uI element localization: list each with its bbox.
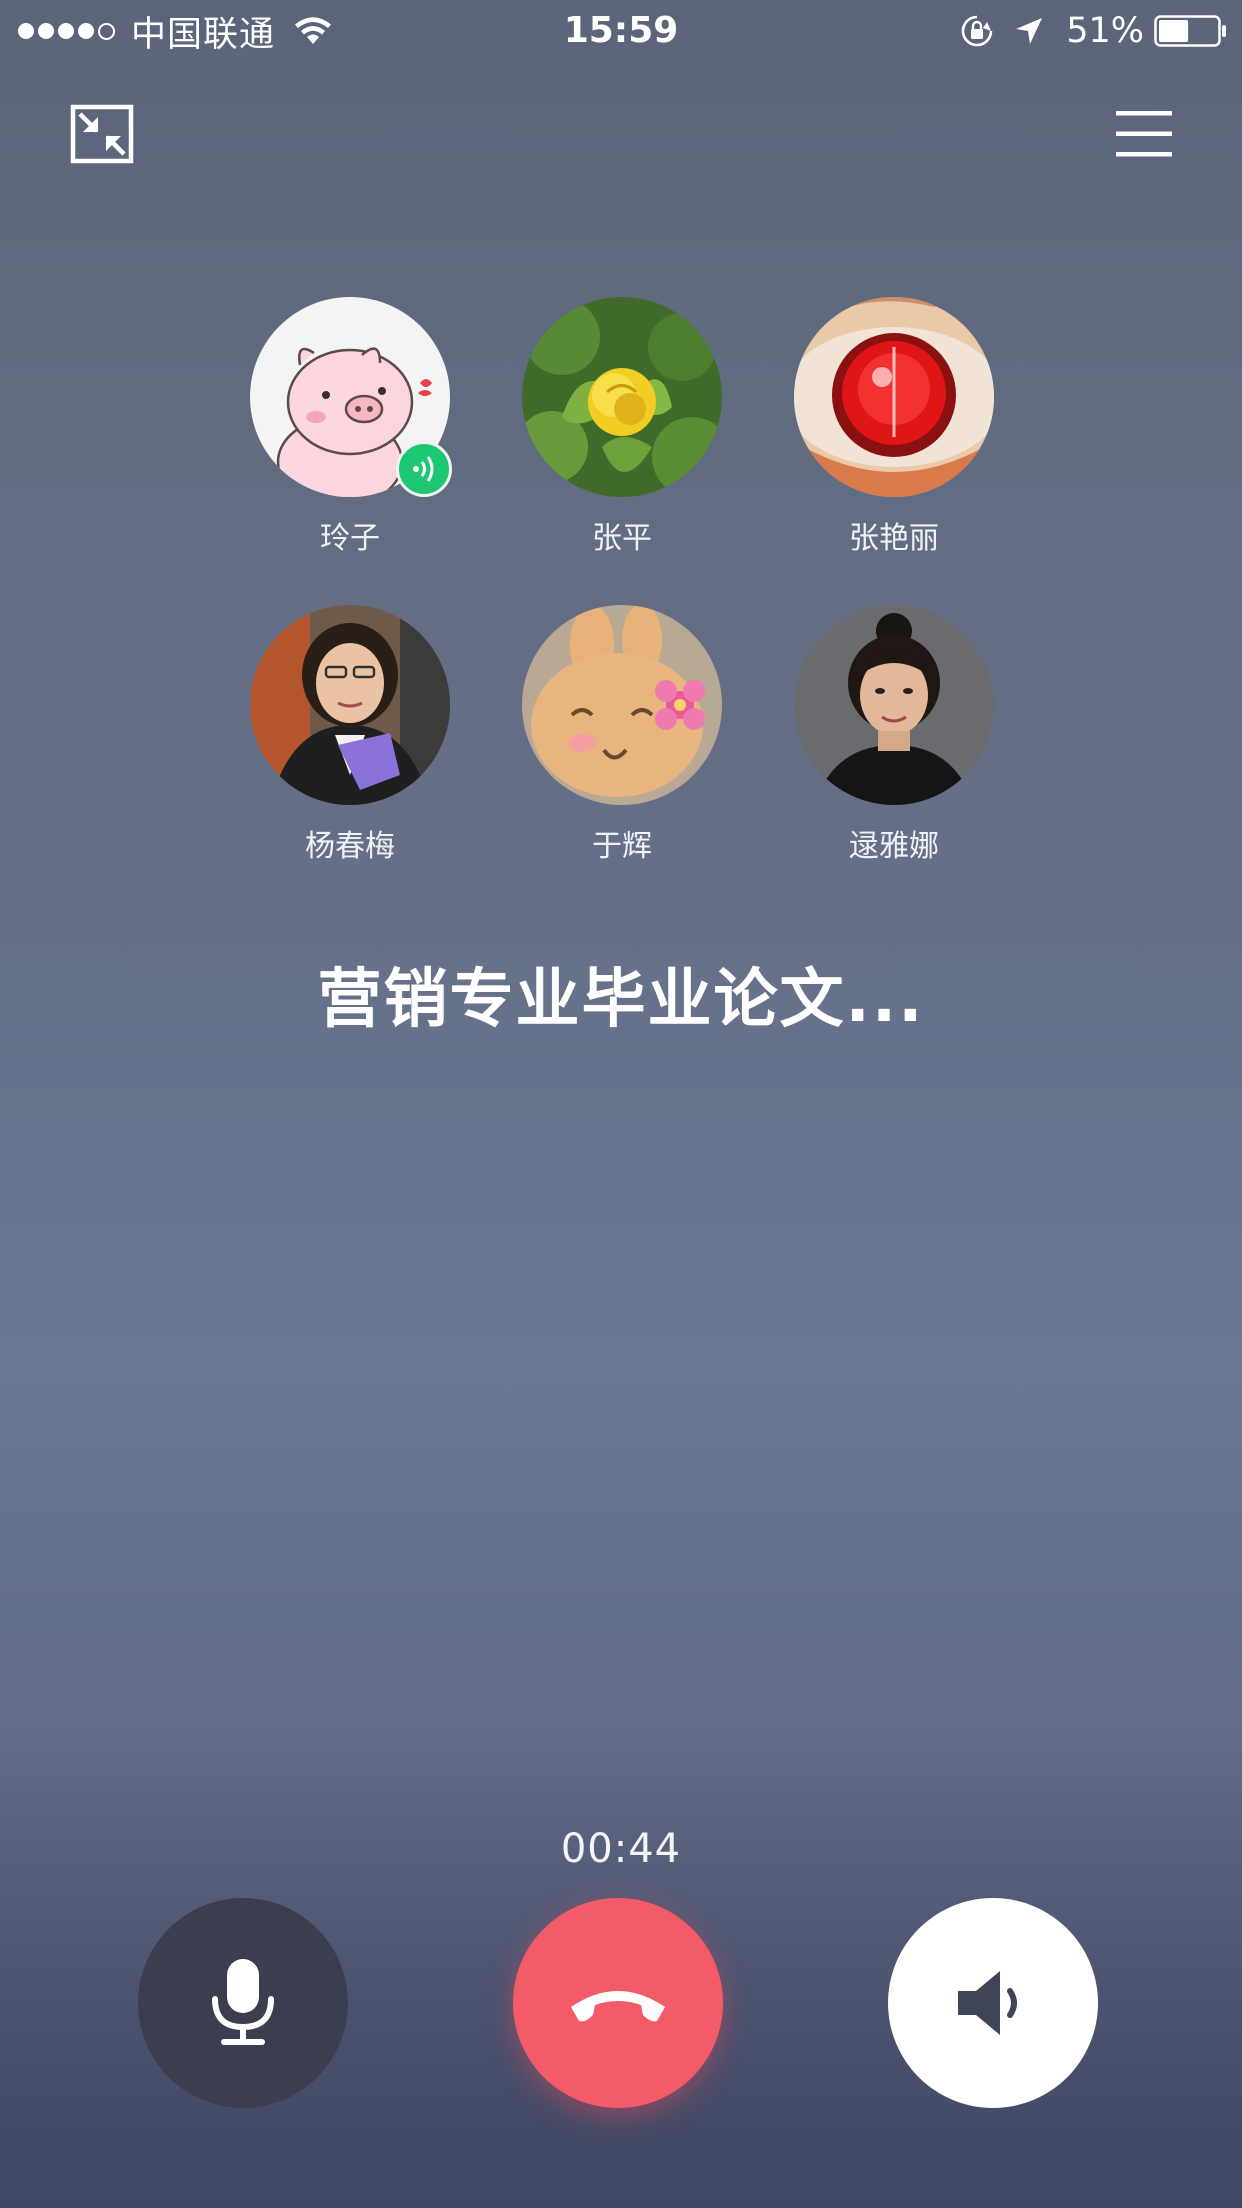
avatar xyxy=(794,605,994,805)
participant-4[interactable]: 于辉 xyxy=(522,605,722,867)
mute-button[interactable] xyxy=(138,1898,348,2108)
participant-name: 玲子 xyxy=(320,521,380,556)
participant-name: 张平 xyxy=(592,521,652,556)
call-duration: 00:44 xyxy=(560,1826,682,1872)
woman-photo-avatar-icon xyxy=(250,605,450,805)
status-bar: 中国联通 15:59 51% xyxy=(0,0,1242,62)
participant-name: 杨春梅 xyxy=(305,829,395,864)
participant-5[interactable]: 逯雅娜 xyxy=(794,605,994,867)
participant-name: 于辉 xyxy=(592,829,652,864)
participant-name: 张艳丽 xyxy=(849,521,939,556)
bunny-cartoon-avatar-icon xyxy=(522,605,722,805)
participant-1[interactable]: 张平 xyxy=(522,297,722,559)
voice-call-screen: 中国联通 15:59 51% 玲子 张平 张艳丽 杨春梅 于辉 逯雅娜 营销专业… xyxy=(0,0,1242,2208)
battery-icon xyxy=(1154,15,1226,47)
participant-2[interactable]: 张艳丽 xyxy=(794,297,994,559)
menu-button[interactable] xyxy=(1114,108,1174,160)
battery-percent: 51% xyxy=(1066,11,1144,51)
participant-3[interactable]: 杨春梅 xyxy=(250,605,450,867)
eye-art-avatar-icon xyxy=(794,297,994,497)
group-call-title: 营销专业毕业论文... xyxy=(317,963,925,1037)
participants-grid: 玲子 张平 张艳丽 杨春梅 于辉 逯雅娜 xyxy=(250,297,994,867)
avatar xyxy=(522,605,722,805)
avatar xyxy=(522,297,722,497)
woman-portrait-avatar-icon xyxy=(794,605,994,805)
rose-avatar-icon xyxy=(522,297,722,497)
speaker-button[interactable] xyxy=(888,1898,1098,2108)
hang-up-button[interactable] xyxy=(513,1898,723,2108)
minimize-window-icon xyxy=(70,104,134,164)
sound-wave-icon xyxy=(413,456,434,482)
speaker-icon xyxy=(958,1971,1017,2035)
avatar-wrapper xyxy=(250,297,452,497)
location-arrow-icon xyxy=(1016,18,1043,44)
microphone-icon xyxy=(212,1959,274,2045)
avatar xyxy=(794,297,994,497)
rotation-lock-icon xyxy=(961,15,993,47)
menu-icon xyxy=(1116,111,1172,157)
speaking-indicator xyxy=(396,441,452,497)
status-bar-right: 51% xyxy=(960,8,1228,54)
minimize-button[interactable] xyxy=(70,104,134,164)
participant-name: 逯雅娜 xyxy=(849,829,939,864)
hang-up-icon xyxy=(571,1991,665,2022)
avatar xyxy=(250,605,450,805)
participant-0[interactable]: 玲子 xyxy=(250,297,452,559)
